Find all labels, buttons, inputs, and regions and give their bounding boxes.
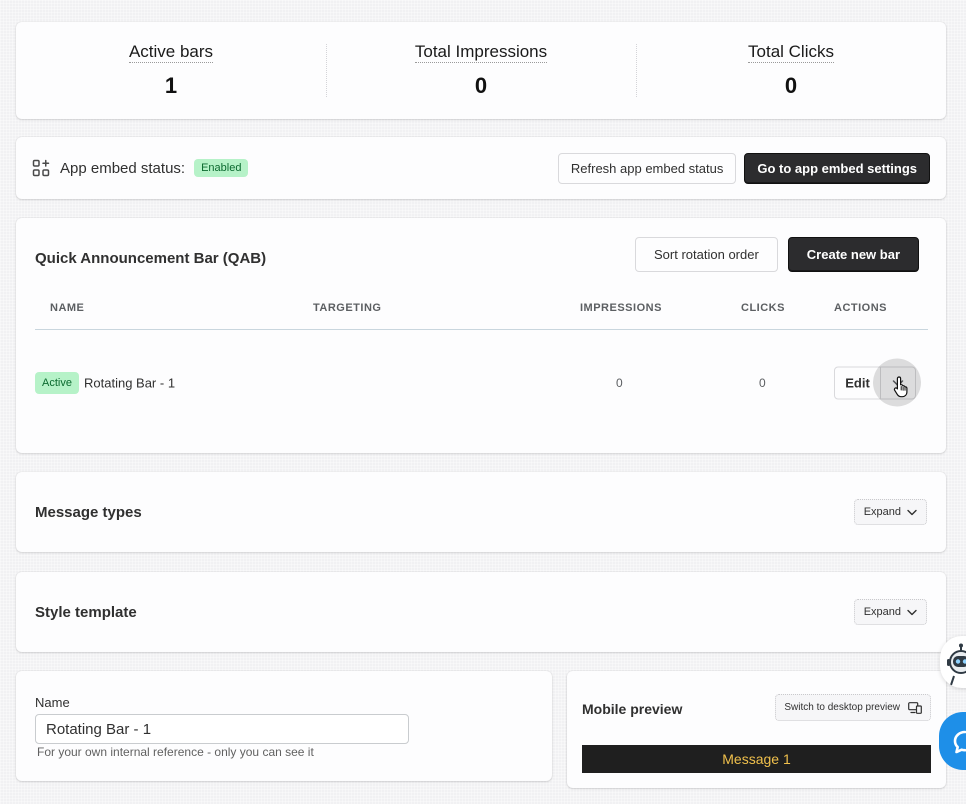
impressions-value: 0 [616, 376, 623, 390]
column-clicks: CLICKS [741, 302, 785, 314]
name-input[interactable] [35, 714, 409, 744]
chat-bubble-icon [953, 730, 966, 754]
hand-pointer-icon [893, 376, 908, 398]
chat-launcher-button[interactable] [939, 712, 966, 770]
qab-actions: Sort rotation order Create new bar [635, 237, 919, 272]
chevron-down-icon [907, 609, 917, 615]
stat-total-clicks: Total Clicks 0 [636, 22, 946, 119]
column-actions: ACTIONS [834, 302, 887, 314]
message-types-title: Message types [35, 503, 142, 521]
announcement-message: Message 1 [722, 751, 791, 767]
mobile-preview-title: Mobile preview [582, 701, 683, 717]
message-types-card: Message types Expand [16, 472, 946, 552]
stat-label[interactable]: Total Clicks [748, 42, 834, 63]
stat-active-bars: Active bars 1 [16, 22, 326, 119]
sort-rotation-order-button[interactable]: Sort rotation order [635, 237, 778, 272]
stat-label[interactable]: Active bars [128, 42, 214, 63]
name-help-text: For your own internal reference - only y… [37, 745, 314, 759]
embed-actions: Refresh app embed status Go to app embed… [557, 152, 930, 184]
column-name: NAME [50, 302, 85, 314]
announcement-bar-preview: Message 1 [582, 745, 931, 773]
message-types-expand-button[interactable]: Expand [853, 499, 927, 525]
embed-status-label: App embed status: [60, 159, 186, 177]
chevron-down-icon [907, 509, 917, 515]
bar-name: Rotating Bar - 1 [84, 375, 176, 391]
more-actions-button[interactable] [873, 358, 921, 407]
stat-value: 1 [164, 73, 178, 98]
column-targeting: TARGETING [313, 302, 382, 314]
devices-icon [908, 701, 922, 714]
name-label: Name [35, 695, 70, 710]
row-actions: Edit [834, 358, 921, 407]
mobile-preview-card: Mobile preview Switch to desktop preview… [567, 671, 946, 788]
style-template-expand-button[interactable]: Expand [853, 599, 927, 625]
stat-label[interactable]: Total Impressions [414, 42, 548, 63]
name-card: Name For your own internal reference - o… [16, 671, 552, 781]
apps-add-icon [32, 159, 50, 177]
qab-title: Quick Announcement Bar (QAB) [35, 250, 267, 267]
expand-label: Expand [863, 606, 901, 618]
column-impressions: IMPRESSIONS [580, 302, 662, 314]
table-row: Active Rotating Bar - 1 0 0 Edit [35, 358, 928, 407]
style-template-card: Style template Expand [16, 572, 946, 652]
status-badge: Active [35, 372, 79, 394]
refresh-embed-status-button[interactable]: Refresh app embed status [557, 152, 737, 184]
stat-value: 0 [784, 73, 798, 98]
expand-label: Expand [863, 506, 901, 518]
create-new-bar-button[interactable]: Create new bar [787, 237, 919, 272]
switch-to-desktop-preview-button[interactable]: Switch to desktop preview [775, 694, 931, 721]
embed-status-badge: Enabled [194, 159, 249, 177]
app-embed-status-card: App embed status: Enabled Refresh app em… [16, 137, 946, 199]
qab-card: Quick Announcement Bar (QAB) Sort rotati… [16, 218, 946, 453]
stat-total-impressions: Total Impressions 0 [326, 22, 636, 119]
switch-preview-label: Switch to desktop preview [784, 702, 900, 713]
clicks-value: 0 [759, 376, 766, 390]
stat-value: 0 [474, 73, 488, 98]
stats-card: Active bars 1 Total Impressions 0 Total … [16, 22, 946, 119]
table-header: NAME TARGETING IMPRESSIONS CLICKS ACTION… [35, 298, 928, 330]
go-to-embed-settings-button[interactable]: Go to app embed settings [744, 152, 930, 184]
style-template-title: Style template [35, 603, 137, 621]
